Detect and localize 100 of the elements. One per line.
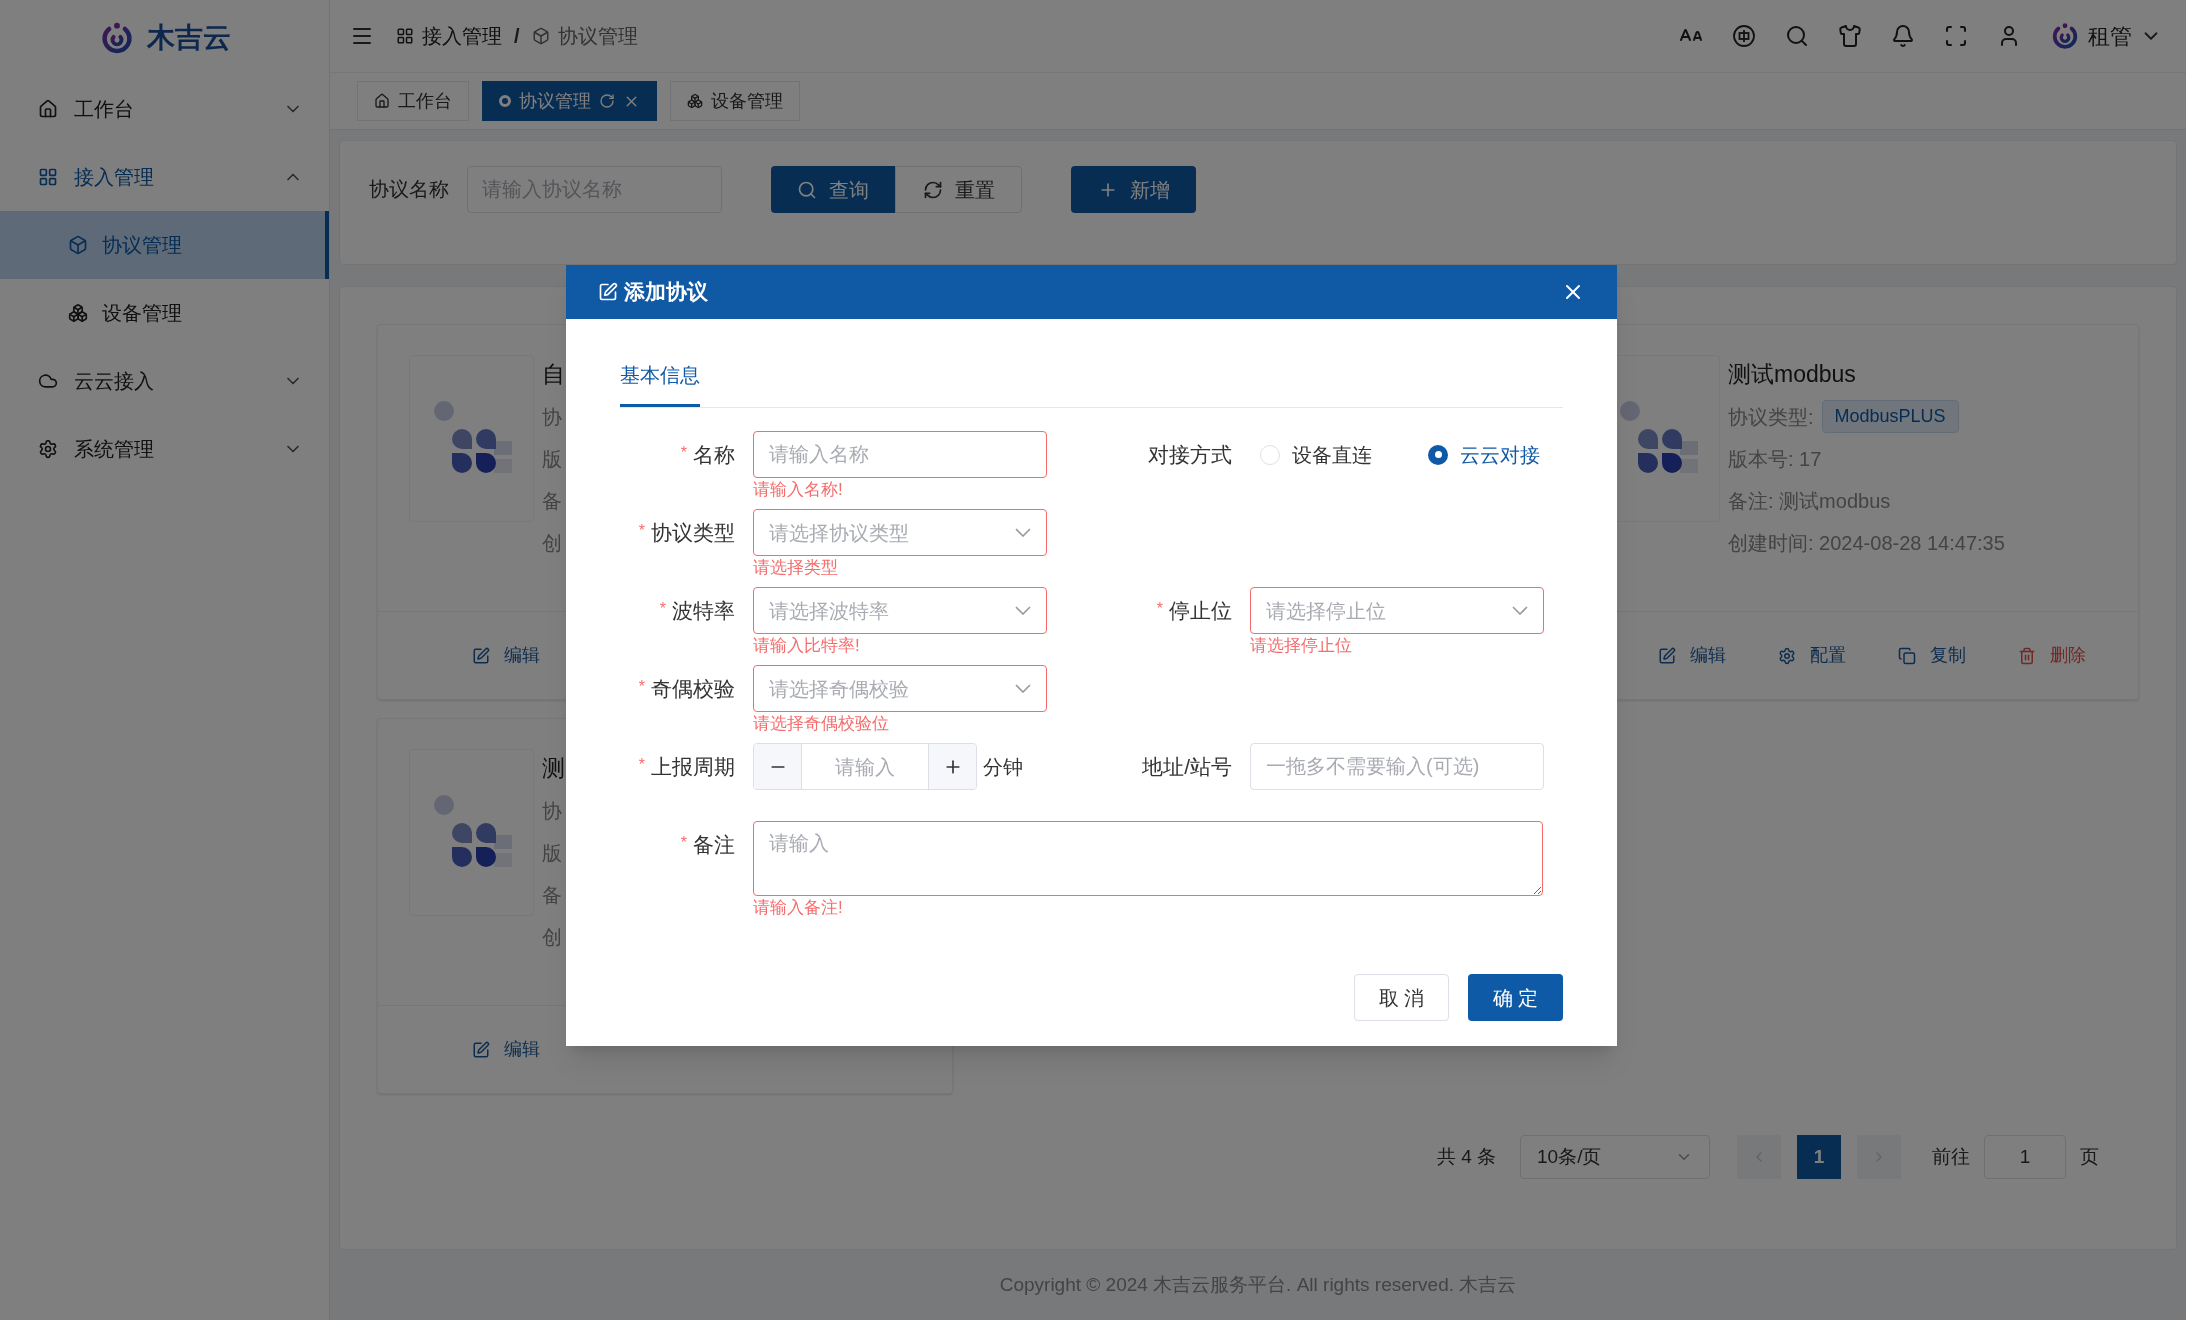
chevron-icon	[1015, 528, 1031, 537]
edit-action[interactable]: 编辑	[1658, 642, 1778, 669]
period-field[interactable]: 请输入	[802, 744, 928, 789]
page-tab[interactable]: 设备管理	[670, 81, 800, 121]
total-count: 共 4 条	[1436, 1144, 1496, 1169]
select-field[interactable]: 请选择协议类型	[753, 509, 1047, 556]
error-message: 请选择类型	[753, 558, 838, 577]
delete-action[interactable]: 删除	[2018, 642, 2138, 669]
form-tab[interactable]: 基本信息	[620, 355, 700, 407]
remark-field[interactable]: 请输入	[753, 821, 1543, 896]
tab-icon	[687, 93, 703, 109]
required-mark: *	[638, 677, 645, 697]
config-action[interactable]: 配置	[1778, 642, 1898, 669]
search-icon	[797, 179, 817, 200]
goto-suffix: 页	[2080, 1144, 2099, 1169]
edit-icon	[472, 646, 490, 665]
card-field: 创建时间: 2024-08-28 14:47:35	[1728, 527, 2005, 558]
form-label: 协议类型	[651, 519, 735, 546]
submenu-item[interactable]: 设备管理	[0, 279, 329, 347]
cancel-button[interactable]: 取 消	[1354, 974, 1449, 1021]
number-stepper[interactable]: 请输入	[753, 743, 977, 790]
page-tab[interactable]: 协议管理	[482, 81, 657, 121]
goto-label: 前往	[1932, 1144, 1970, 1169]
edit-icon	[472, 1040, 490, 1059]
bell-icon[interactable]	[1891, 24, 1915, 48]
required-mark: *	[680, 833, 687, 853]
error-message: 请输入名称!	[753, 480, 843, 499]
form-label: 停止位	[1169, 597, 1232, 624]
menu-item[interactable]: 云云接入	[0, 347, 329, 415]
card-field: 版	[542, 443, 562, 474]
menu-item[interactable]: 系统管理	[0, 415, 329, 483]
card-field: 版本号: 17	[1728, 443, 1822, 474]
edit-action[interactable]: 编辑	[472, 642, 593, 669]
edit-icon	[1658, 646, 1676, 665]
card-field: 创	[542, 527, 562, 558]
chevron-icon	[1015, 606, 1031, 615]
fullscreen-icon[interactable]	[1944, 24, 1968, 48]
chevron-icon	[1015, 684, 1031, 693]
trash-icon	[2018, 646, 2036, 665]
required-mark: *	[1156, 599, 1163, 619]
field-label: 协议名称	[369, 177, 449, 202]
tab-label: 协议管理	[519, 89, 591, 113]
edit-icon	[598, 282, 618, 302]
language-icon[interactable]	[1732, 24, 1756, 48]
tab-label: 设备管理	[711, 89, 783, 113]
error-message: 请选择停止位	[1250, 636, 1352, 655]
unit-label: 分钟	[983, 754, 1023, 780]
reset-button[interactable]: 重置	[895, 166, 1022, 213]
radio-option[interactable]: 云云对接	[1428, 439, 1540, 470]
form-label: 上报周期	[651, 753, 735, 780]
card-field: 协议类型:	[1728, 401, 1814, 432]
form-label: 波特率	[672, 597, 735, 624]
card-field: 创	[542, 921, 562, 952]
submenu-item[interactable]: 协议管理	[0, 211, 329, 279]
radio-option[interactable]: 设备直连	[1260, 439, 1372, 470]
refresh-icon[interactable]	[599, 93, 615, 109]
menu-item[interactable]: 工作台	[0, 75, 329, 143]
radio-icon	[1428, 444, 1448, 465]
breadcrumb-separator: /	[514, 24, 520, 49]
search-icon[interactable]	[1785, 24, 1809, 48]
page-jump-field[interactable]: 1	[1984, 1135, 2066, 1179]
card-field: 版	[542, 837, 562, 868]
copy-icon	[1898, 646, 1916, 665]
shirt-icon[interactable]	[1838, 24, 1862, 48]
user-menu[interactable]: 租管	[2050, 19, 2162, 53]
type-tag: ModbusPLUS	[1821, 400, 1959, 433]
logo-icon	[2050, 21, 2080, 51]
submenu-icon	[68, 303, 88, 323]
page-size-select[interactable]: 10条/页	[1520, 1135, 1710, 1179]
logo-text: 木吉云	[146, 20, 231, 55]
required-mark: *	[638, 755, 645, 775]
breadcrumb-icon	[531, 27, 550, 45]
form-label: 名称	[693, 441, 735, 468]
edit-action[interactable]: 编辑	[472, 1036, 593, 1063]
breadcrumb-item: 协议管理	[557, 24, 638, 49]
card-field: 协	[542, 401, 562, 432]
tab-icon	[374, 93, 390, 109]
copy-action[interactable]: 复制	[1898, 642, 2018, 669]
required-mark: *	[680, 443, 687, 463]
breadcrumb-item[interactable]: 接入管理	[422, 21, 502, 51]
gear-icon	[1778, 646, 1796, 665]
form-label: 对接方式	[1148, 441, 1232, 468]
tab-label: 工作台	[398, 89, 452, 113]
page-tab[interactable]: 工作台	[357, 81, 469, 121]
select-field[interactable]: 请选择波特率	[753, 587, 1047, 634]
card-field: 协	[542, 795, 562, 826]
page-button[interactable]: 1	[1797, 1135, 1841, 1179]
add-button[interactable]: 新增	[1071, 166, 1196, 213]
error-message: 请选择奇偶校验位	[753, 714, 889, 733]
refresh-icon	[922, 179, 943, 200]
text-field[interactable]: 请输入名称	[753, 431, 1047, 478]
confirm-button[interactable]: 确 定	[1468, 974, 1563, 1021]
form-label: 备注	[693, 831, 735, 858]
select-field[interactable]: 请选择奇偶校验	[753, 665, 1047, 712]
search-button[interactable]: 查询	[771, 166, 895, 213]
select-field[interactable]: 请选择停止位	[1250, 587, 1544, 634]
form-label: 奇偶校验	[651, 675, 735, 702]
menu-item[interactable]: 接入管理	[0, 143, 329, 211]
required-mark: *	[659, 599, 666, 619]
error-message: 请输入比特率!	[753, 636, 860, 655]
